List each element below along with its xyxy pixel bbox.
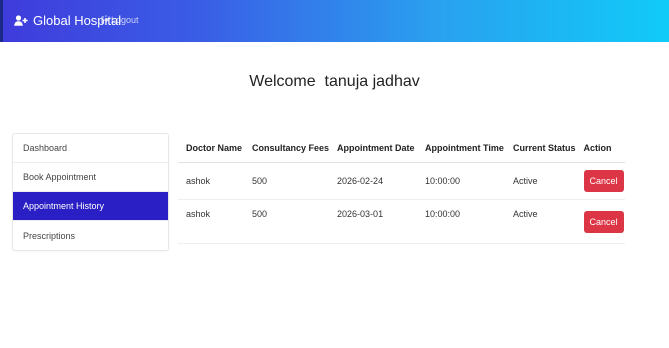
sign-out-icon	[101, 16, 111, 24]
header-current-status: Current Status	[505, 133, 576, 163]
appointment-table-container: Doctor Name Consultancy Fees Appointment…	[178, 133, 625, 244]
table-header-row: Doctor Name Consultancy Fees Appointment…	[178, 133, 625, 163]
header-doctor-name: Doctor Name	[178, 133, 244, 163]
header-appointment-time: Appointment Time	[417, 133, 506, 163]
appointment-table: Doctor Name Consultancy Fees Appointment…	[178, 133, 625, 244]
cell-appointment-date: 2026-03-01	[329, 199, 418, 244]
cell-current-status: Active	[505, 162, 576, 200]
welcome-prefix: Welcome	[249, 73, 316, 90]
user-plus-icon	[14, 15, 33, 26]
cell-consultancy-fees: 500	[244, 199, 330, 244]
sidebar-item-label: Prescriptions	[23, 230, 76, 241]
sidebar-item-label: Book Appointment	[23, 172, 97, 182]
table-row: ashok 500 2026-03-01 10:00:00 Active Can…	[178, 199, 625, 244]
cell-appointment-time: 10:00:00	[417, 162, 506, 200]
sidebar-item-appointment-history[interactable]: Appointment History	[13, 192, 168, 221]
sidebar-item-prescriptions[interactable]: Prescriptions	[13, 221, 168, 250]
cell-appointment-time: 10:00:00	[417, 199, 506, 244]
cell-current-status: Active	[505, 199, 576, 244]
cell-consultancy-fees: 500	[244, 162, 330, 200]
page: Global Hospital Logout Welcome tanuja ja…	[0, 0, 669, 348]
logout-link[interactable]: Logout	[101, 15, 139, 25]
cell-appointment-date: 2026-02-24	[329, 162, 418, 200]
cell-doctor-name: ashok	[178, 199, 244, 244]
sidebar-item-label: Appointment History	[23, 201, 105, 211]
cancel-button[interactable]: Cancel	[583, 170, 624, 192]
header-action: Action	[575, 133, 625, 163]
header-appointment-date: Appointment Date	[329, 133, 418, 163]
logout-label: Logout	[111, 15, 139, 25]
cancel-button[interactable]: Cancel	[583, 210, 624, 233]
welcome-heading: Welcome tanuja jadhav	[0, 73, 669, 91]
cell-action: Cancel	[575, 162, 625, 200]
sidebar-item-book-appointment[interactable]: Book Appointment	[13, 163, 168, 192]
sidebar-item-label: Dashboard	[23, 143, 68, 153]
navbar: Global Hospital Logout	[0, 0, 669, 42]
cell-doctor-name: ashok	[178, 162, 244, 200]
table-row: ashok 500 2026-02-24 10:00:00 Active Can…	[178, 162, 625, 200]
sidebar: Dashboard Book Appointment Appointment H…	[12, 133, 169, 251]
header-consultancy-fees: Consultancy Fees	[244, 133, 330, 163]
navbar-edge	[0, 0, 3, 42]
cell-action: Cancel	[575, 199, 625, 244]
sidebar-item-dashboard[interactable]: Dashboard	[13, 134, 168, 163]
welcome-user: tanuja jadhav	[324, 73, 420, 90]
